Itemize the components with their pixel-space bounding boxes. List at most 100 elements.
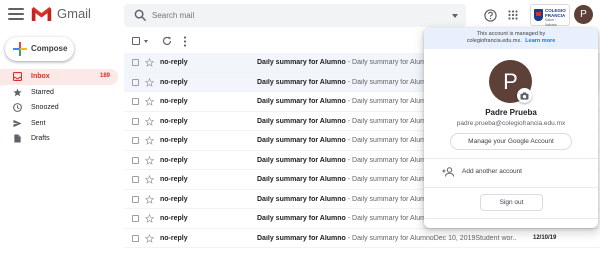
- sidebar-nav: Inbox 189 Starred Snoozed Sent Drafts: [0, 69, 118, 147]
- sidebar-item-label: Snoozed: [31, 104, 59, 111]
- main-menu-icon[interactable]: [8, 8, 24, 22]
- add-account-label: Add another account: [462, 168, 522, 175]
- email-sender: no-reply: [160, 117, 188, 125]
- email-sender: no-reply: [160, 78, 188, 86]
- change-photo-button[interactable]: [517, 88, 532, 103]
- email-sender: no-reply: [160, 176, 188, 183]
- email-subject: Daily summary for Alumno: [257, 234, 346, 242]
- email-subject: Daily summary for Alumno: [257, 117, 346, 125]
- camera-icon: [520, 91, 529, 100]
- divider: [424, 218, 598, 219]
- star-outline-icon[interactable]: [145, 194, 154, 204]
- email-snippet: - Daily summary for Alumno: [345, 78, 434, 86]
- email-snippet: - Daily summary for Alumno: [345, 117, 434, 125]
- star-outline-icon[interactable]: [145, 175, 154, 184]
- search-input[interactable]: [152, 7, 442, 24]
- row-checkbox[interactable]: [132, 98, 139, 105]
- email-sender: no-reply: [160, 195, 188, 203]
- email-snippet: - Daily summary for Alumno: [345, 59, 434, 66]
- sidebar-item-label: Sent: [31, 119, 46, 127]
- clock-icon: [13, 103, 22, 112]
- email-subject: Daily summary for Alumno: [257, 137, 346, 144]
- search-bar[interactable]: [124, 4, 466, 27]
- compose-plus-icon: [13, 42, 27, 56]
- email-subject: Daily summary for Alumno: [257, 176, 346, 183]
- help-circle-icon[interactable]: [484, 9, 497, 22]
- school-crest-icon: [534, 9, 543, 21]
- email-subject: Daily summary for Alumno: [257, 156, 346, 164]
- email-sender: no-reply: [160, 98, 188, 105]
- divider: [424, 187, 598, 188]
- search-icon[interactable]: [134, 9, 147, 22]
- compose-button[interactable]: Compose: [5, 37, 74, 61]
- draft-icon: [14, 134, 21, 143]
- more-options-icon[interactable]: [183, 36, 187, 47]
- email-snippet: - Daily summary for Alumno: [345, 137, 434, 144]
- sidebar-item-starred[interactable]: Starred: [0, 85, 118, 101]
- apps-grid-icon[interactable]: [508, 10, 518, 20]
- row-checkbox[interactable]: [132, 215, 139, 222]
- email-snippet: - Daily summary for Alumno: [345, 195, 434, 203]
- gmail-logo[interactable]: Gmail: [31, 6, 91, 22]
- email-snippet: - Daily summary for Alumno: [345, 176, 434, 183]
- select-options-caret-icon[interactable]: [144, 40, 148, 43]
- row-checkbox[interactable]: [132, 59, 139, 66]
- star-outline-icon[interactable]: [145, 58, 154, 67]
- email-sender: no-reply: [160, 59, 188, 66]
- add-account-item[interactable]: Add another account: [424, 161, 598, 183]
- row-checkbox[interactable]: [132, 156, 139, 164]
- sign-out-button[interactable]: Sign out: [480, 194, 543, 211]
- send-icon: [13, 119, 22, 127]
- organization-logo[interactable]: COLEGIO FRANCIA Saber · Valores: [530, 4, 570, 28]
- email-subject: Daily summary for Alumno: [257, 215, 346, 222]
- row-checkbox[interactable]: [132, 195, 139, 203]
- row-checkbox[interactable]: [132, 117, 139, 125]
- row-checkbox[interactable]: [132, 176, 139, 183]
- top-bar: Gmail COLEGIO FRANCIA Saber ·: [0, 0, 600, 31]
- divider: [424, 158, 598, 159]
- manage-account-button[interactable]: Manage your Google Account: [450, 133, 572, 150]
- compose-label: Compose: [31, 44, 68, 53]
- org-tagline: Saber · Valores: [545, 18, 557, 27]
- refresh-icon[interactable]: [162, 36, 172, 46]
- account-email: padre.prueba@colegiofrancia.edu.mx: [456, 120, 566, 127]
- sidebar-item-drafts[interactable]: Drafts: [0, 131, 118, 147]
- sidebar-item-label: Starred: [31, 88, 54, 96]
- star-outline-icon[interactable]: [145, 214, 154, 223]
- sidebar-item-sent[interactable]: Sent: [0, 116, 118, 132]
- managed-domain: colegiofrancia.edu.mx.: [466, 38, 522, 44]
- email-snippet: - Daily summary for AlumnoDec 10, 2019St…: [345, 234, 517, 242]
- email-sender: no-reply: [160, 215, 188, 222]
- star-outline-icon[interactable]: [145, 155, 154, 165]
- star-outline-icon[interactable]: [145, 97, 154, 106]
- sidebar-item-inbox[interactable]: Inbox 189: [0, 69, 118, 85]
- email-sender: no-reply: [160, 156, 188, 164]
- sidebar-item-label: Drafts: [31, 135, 50, 142]
- email-subject: Daily summary for Alumno: [257, 59, 346, 66]
- row-checkbox[interactable]: [132, 137, 139, 144]
- email-subject: Daily summary for Alumno: [257, 195, 346, 203]
- email-row[interactable]: no-reply Daily summary for Alumno - Daily…: [124, 228, 600, 248]
- select-all-checkbox[interactable]: [132, 37, 140, 45]
- inbox-icon: [13, 72, 22, 81]
- email-sender: no-reply: [160, 137, 188, 144]
- email-snippet: - Daily summary for Alumno: [345, 98, 434, 105]
- email-subject: Daily summary for Alumno: [257, 98, 346, 105]
- sidebar-item-snoozed[interactable]: Snoozed: [0, 100, 118, 116]
- learn-more-link[interactable]: Learn more: [525, 38, 555, 44]
- email-subject: Daily summary for Alumno: [257, 78, 346, 86]
- star-outline-icon[interactable]: [145, 136, 154, 145]
- add-person-icon: [442, 167, 454, 177]
- email-date: 12/10/19: [533, 234, 557, 241]
- account-avatar-button[interactable]: P: [574, 5, 593, 24]
- account-name: Padre Prueba: [485, 108, 537, 117]
- email-subject-line: Daily summary for Alumno - Daily summary…: [257, 235, 517, 242]
- star-outline-icon[interactable]: [145, 116, 154, 126]
- star-outline-icon[interactable]: [145, 233, 154, 243]
- star-outline-icon[interactable]: [145, 77, 154, 87]
- row-checkbox[interactable]: [132, 234, 139, 242]
- search-options-caret-icon[interactable]: [452, 14, 458, 18]
- row-checkbox[interactable]: [132, 78, 139, 86]
- email-snippet: - Daily summary for Alumno: [345, 156, 434, 164]
- organization-name: COLEGIO FRANCIA Saber · Valores: [545, 8, 569, 28]
